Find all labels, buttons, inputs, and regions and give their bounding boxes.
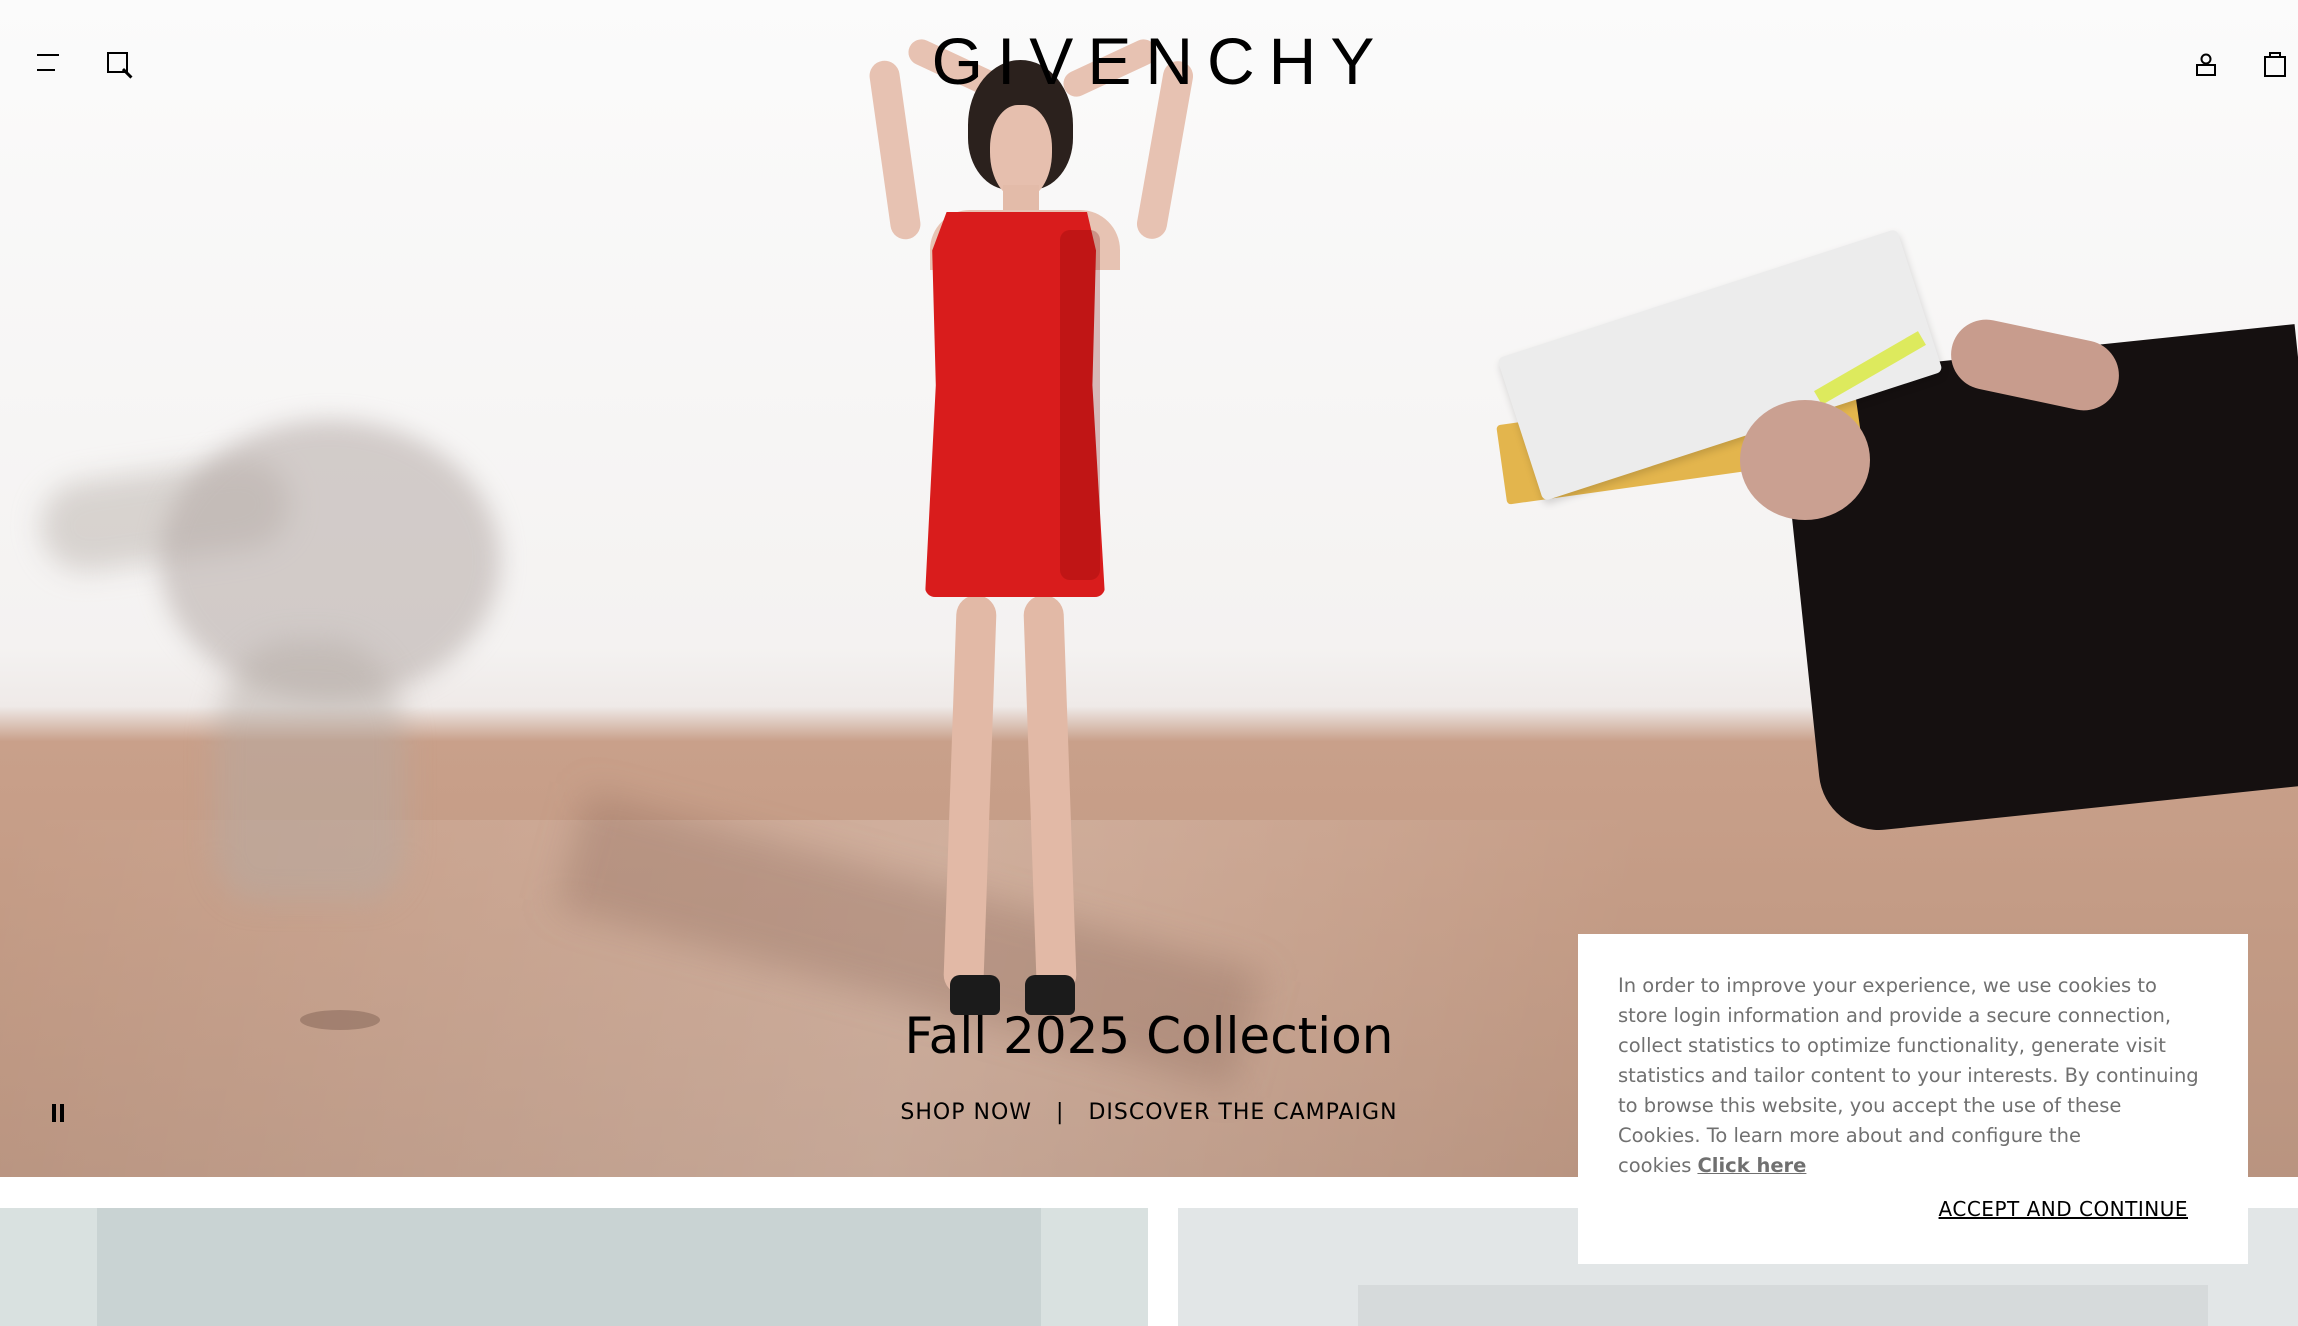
- account-icon[interactable]: [2193, 50, 2219, 78]
- site-header: GIVENCHY: [0, 0, 2298, 130]
- accept-and-continue-button[interactable]: ACCEPT AND CONTINUE: [1939, 1197, 2188, 1221]
- tile-image-left: [97, 1208, 1041, 1326]
- shopping-bag-icon[interactable]: [2262, 50, 2288, 78]
- link-separator: |: [1056, 1100, 1065, 1125]
- givenchy-logo[interactable]: GIVENCHY: [895, 28, 1425, 94]
- product-tile-left[interactable]: [0, 1208, 1148, 1326]
- cookie-banner: In order to improve your experience, we …: [1578, 934, 2248, 1264]
- cookie-text-block: In order to improve your experience, we …: [1618, 971, 2208, 1181]
- cookie-message: In order to improve your experience, we …: [1618, 974, 2199, 1177]
- pause-icon[interactable]: [50, 1104, 66, 1122]
- hand-bottom: [1740, 400, 1870, 520]
- discover-campaign-link[interactable]: DISCOVER THE CAMPAIGN: [1088, 1100, 1397, 1125]
- wall-shadow-body: [215, 640, 405, 900]
- cookie-click-here-link[interactable]: Click here: [1697, 1154, 1806, 1177]
- search-icon[interactable]: [105, 50, 135, 80]
- shop-now-link[interactable]: SHOP NOW: [900, 1100, 1032, 1125]
- menu-icon[interactable]: [37, 52, 63, 72]
- dress-shading: [1060, 230, 1100, 580]
- tile-image-right: [1358, 1285, 2208, 1326]
